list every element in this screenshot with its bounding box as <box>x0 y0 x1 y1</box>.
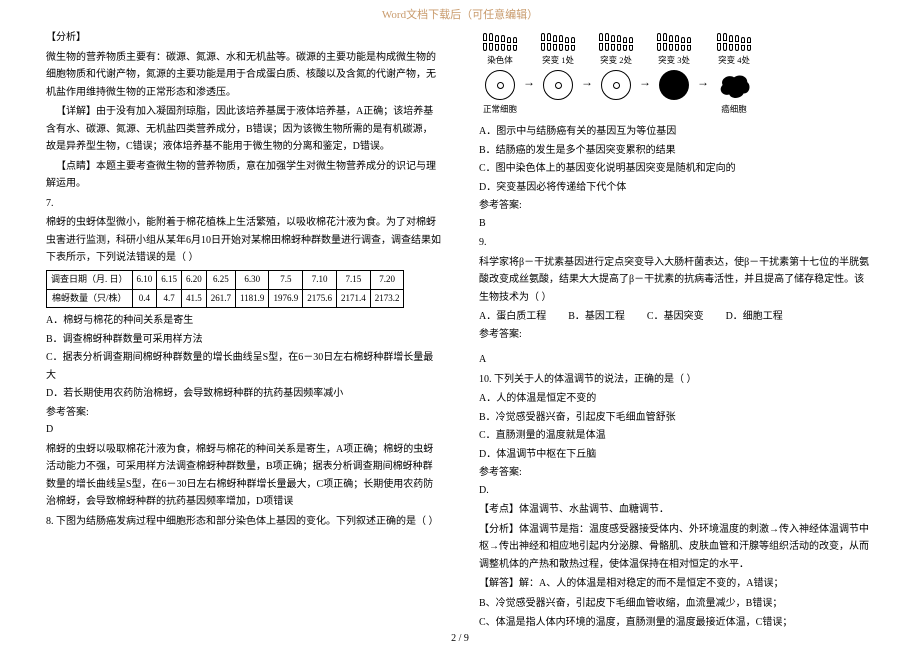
q8-answer-label: 参考答案: <box>479 197 874 215</box>
table-cell: 2171.4 <box>336 289 370 308</box>
fig-mutation-1: 突变 1处 <box>541 29 575 100</box>
analysis-text: 微生物的营养物质主要有：碳源、氮源、水和无机盐等。碳源的主要功能是构成微生物的细… <box>46 49 441 102</box>
q7-answer: D <box>46 421 441 439</box>
q7-option-a: A．棉蚜与棉花的种间关系是寄生 <box>46 312 441 330</box>
q10-lead: 10. 下列关于人的体温调节的说法，正确的是（ ） <box>479 371 874 389</box>
table-cell: 0.4 <box>132 289 157 308</box>
q10-answer-label: 参考答案: <box>479 464 874 482</box>
q7-number: 7. <box>46 195 441 213</box>
fig-m3-label: 突变 3处 <box>658 53 690 68</box>
fig-cell-icon <box>543 70 573 100</box>
fig-cell-dark-icon <box>659 70 689 100</box>
fig-m4-label: 突变 4处 <box>718 53 750 68</box>
q7-option-c: C．据表分析调查期间棉蚜种群数量的增长曲线呈S型，在6－30日左右棉蚜种群增长量… <box>46 349 441 384</box>
detail-text: 【详解】由于没有加入凝固剂琼脂，因此该培养基属于液体培养基，A正确；该培养基含有… <box>46 103 441 156</box>
table-cell: 6.20 <box>182 270 207 289</box>
column-right: 染色体 正常细胞 → 突变 1处 → 突变 2处 → 突变 3处 <box>479 29 874 633</box>
fig-chromosome-normal: 染色体 正常细胞 <box>483 29 517 117</box>
q10-option-c: C．直肠测量的温度就是体温 <box>479 427 874 445</box>
q10-option-a: A．人的体温是恒定不变的 <box>479 390 874 408</box>
q10-option-b: B．冷觉感受器兴奋，引起皮下毛细血管舒张 <box>479 409 874 427</box>
q7-body: 棉蚜的虫蚜体型微小，能附着于棉花植株上生活繁殖，以吸收棉花汁液为食。为了对棉蚜虫… <box>46 214 441 267</box>
q8-option-c: C．图中染色体上的基因变化说明基因突变是随机和定向的 <box>479 160 874 178</box>
arrow-icon: → <box>639 54 651 93</box>
fig-mutation-2: 突变 2处 <box>599 29 633 100</box>
fig-normal-cell-icon <box>485 70 515 100</box>
table-cell: 41.5 <box>182 289 207 308</box>
q9-body: 科学家将β－干扰素基因进行定点突变导入大肠杆菌表达，使β－干扰素第十七位的半胱氨… <box>479 254 874 307</box>
table-cell: 6.15 <box>157 270 182 289</box>
q7-option-b: B．调查棉蚜种群数量可采用样方法 <box>46 331 441 349</box>
q7-data-table: 调查日期（月. 日） 6.10 6.15 6.20 6.25 6.30 7.5 … <box>46 270 404 309</box>
fig-cell-icon <box>601 70 631 100</box>
table-cell: 261.7 <box>206 289 235 308</box>
q8-answer: B <box>479 215 874 233</box>
page-header: Word文档下载后（可任意编辑） <box>0 0 920 29</box>
q9-options-row: A．蛋白质工程 B．基因工程 C．基因突变 D．细胞工程 <box>479 308 874 326</box>
fig-cancer-label: 癌细胞 <box>721 102 747 117</box>
q10-explain-label: 【解答】解：A、人的体温是相对稳定的而不是恒定不变的，A错误； <box>479 575 874 593</box>
q8-option-d: D．突变基因必将传递给下代个体 <box>479 179 874 197</box>
q10-answer: D. <box>479 482 874 500</box>
table-cell: 1181.9 <box>236 289 269 308</box>
q9-answer-label: 参考答案: <box>479 326 874 344</box>
page-footer: 2 / 9 <box>0 630 920 648</box>
q8-option-b: B．结肠癌的发生是多个基因突变累积的结果 <box>479 142 874 160</box>
fig-m2-label: 突变 2处 <box>600 53 632 68</box>
two-column-layout: 【分析】 微生物的营养物质主要有：碳源、氮源、水和无机盐等。碳源的主要功能是构成… <box>0 29 920 633</box>
fig-mutation-4: 突变 4处 癌细胞 <box>715 29 753 117</box>
table-cell: 2173.2 <box>370 289 404 308</box>
q9-option-a: A．蛋白质工程 <box>479 308 546 326</box>
row-label: 棉蚜数量（只/株） <box>47 289 133 308</box>
q9-option-b: B．基因工程 <box>568 308 625 326</box>
arrow-icon: → <box>523 54 535 93</box>
q9-number: 9. <box>479 234 874 252</box>
table-cell: 2175.6 <box>303 289 337 308</box>
q7-option-d: D．若长期使用农药防治棉蚜，会导致棉蚜种群的抗药基因频率减小 <box>46 385 441 403</box>
table-row: 棉蚜数量（只/株） 0.4 4.7 41.5 261.7 1181.9 1976… <box>47 289 404 308</box>
q7-answer-label: 参考答案: <box>46 404 441 422</box>
arrow-icon: → <box>697 54 709 93</box>
q9-option-d: D．细胞工程 <box>726 308 783 326</box>
table-cell: 6.30 <box>236 270 269 289</box>
row-label: 调查日期（月. 日） <box>47 270 133 289</box>
fig-mutation-3: 突变 3处 <box>657 29 691 100</box>
table-cell: 7.5 <box>269 270 303 289</box>
table-cell: 7.15 <box>336 270 370 289</box>
point-text: 【点睛】本题主要考查微生物的营养物质，意在加强学生对微生物营养成分的识记与理解运… <box>46 158 441 193</box>
fig-m1-label: 突变 1处 <box>542 53 574 68</box>
table-cell: 7.20 <box>370 270 404 289</box>
q8-lead: 8. 下图为结肠癌发病过程中细胞形态和部分染色体上基因的变化。下列叙述正确的是（… <box>46 513 441 531</box>
table-cell: 7.10 <box>303 270 337 289</box>
q8-figure: 染色体 正常细胞 → 突变 1处 → 突变 2处 → 突变 3处 <box>479 29 874 117</box>
arrow-icon: → <box>581 54 593 93</box>
q10-explain-b: B、冷觉感受器兴奋，引起皮下毛细血管收缩，血流量减少，B错误； <box>479 595 874 613</box>
fig-chrom-label: 染色体 <box>487 53 513 68</box>
analysis-heading: 【分析】 <box>46 29 441 47</box>
table-cell: 6.10 <box>132 270 157 289</box>
table-cell: 4.7 <box>157 289 182 308</box>
q10-analysis: 【分析】体温调节是指：温度感受器接受体内、外环境温度的刺激→传入神经体温调节中枢… <box>479 521 874 574</box>
q10-option-d: D．体温调节中枢在下丘脑 <box>479 446 874 464</box>
q10-point: 【考点】体温调节、水盐调节、血糖调节． <box>479 501 874 519</box>
table-cell: 6.25 <box>206 270 235 289</box>
q9-option-c: C．基因突变 <box>647 308 704 326</box>
q9-answer: A <box>479 351 874 369</box>
q7-explanation: 棉蚜的虫蚜以吸取棉花汁液为食，棉蚜与棉花的种间关系是寄生，A项正确；棉蚜的虫蚜活… <box>46 441 441 511</box>
q8-option-a: A．图示中与结肠癌有关的基因互为等位基因 <box>479 123 874 141</box>
column-left: 【分析】 微生物的营养物质主要有：碳源、氮源、水和无机盐等。碳源的主要功能是构成… <box>46 29 441 633</box>
fig-normal-label: 正常细胞 <box>483 102 517 117</box>
table-cell: 1976.9 <box>269 289 303 308</box>
table-row: 调查日期（月. 日） 6.10 6.15 6.20 6.25 6.30 7.5 … <box>47 270 404 289</box>
fig-cancer-cell-icon <box>715 70 753 100</box>
